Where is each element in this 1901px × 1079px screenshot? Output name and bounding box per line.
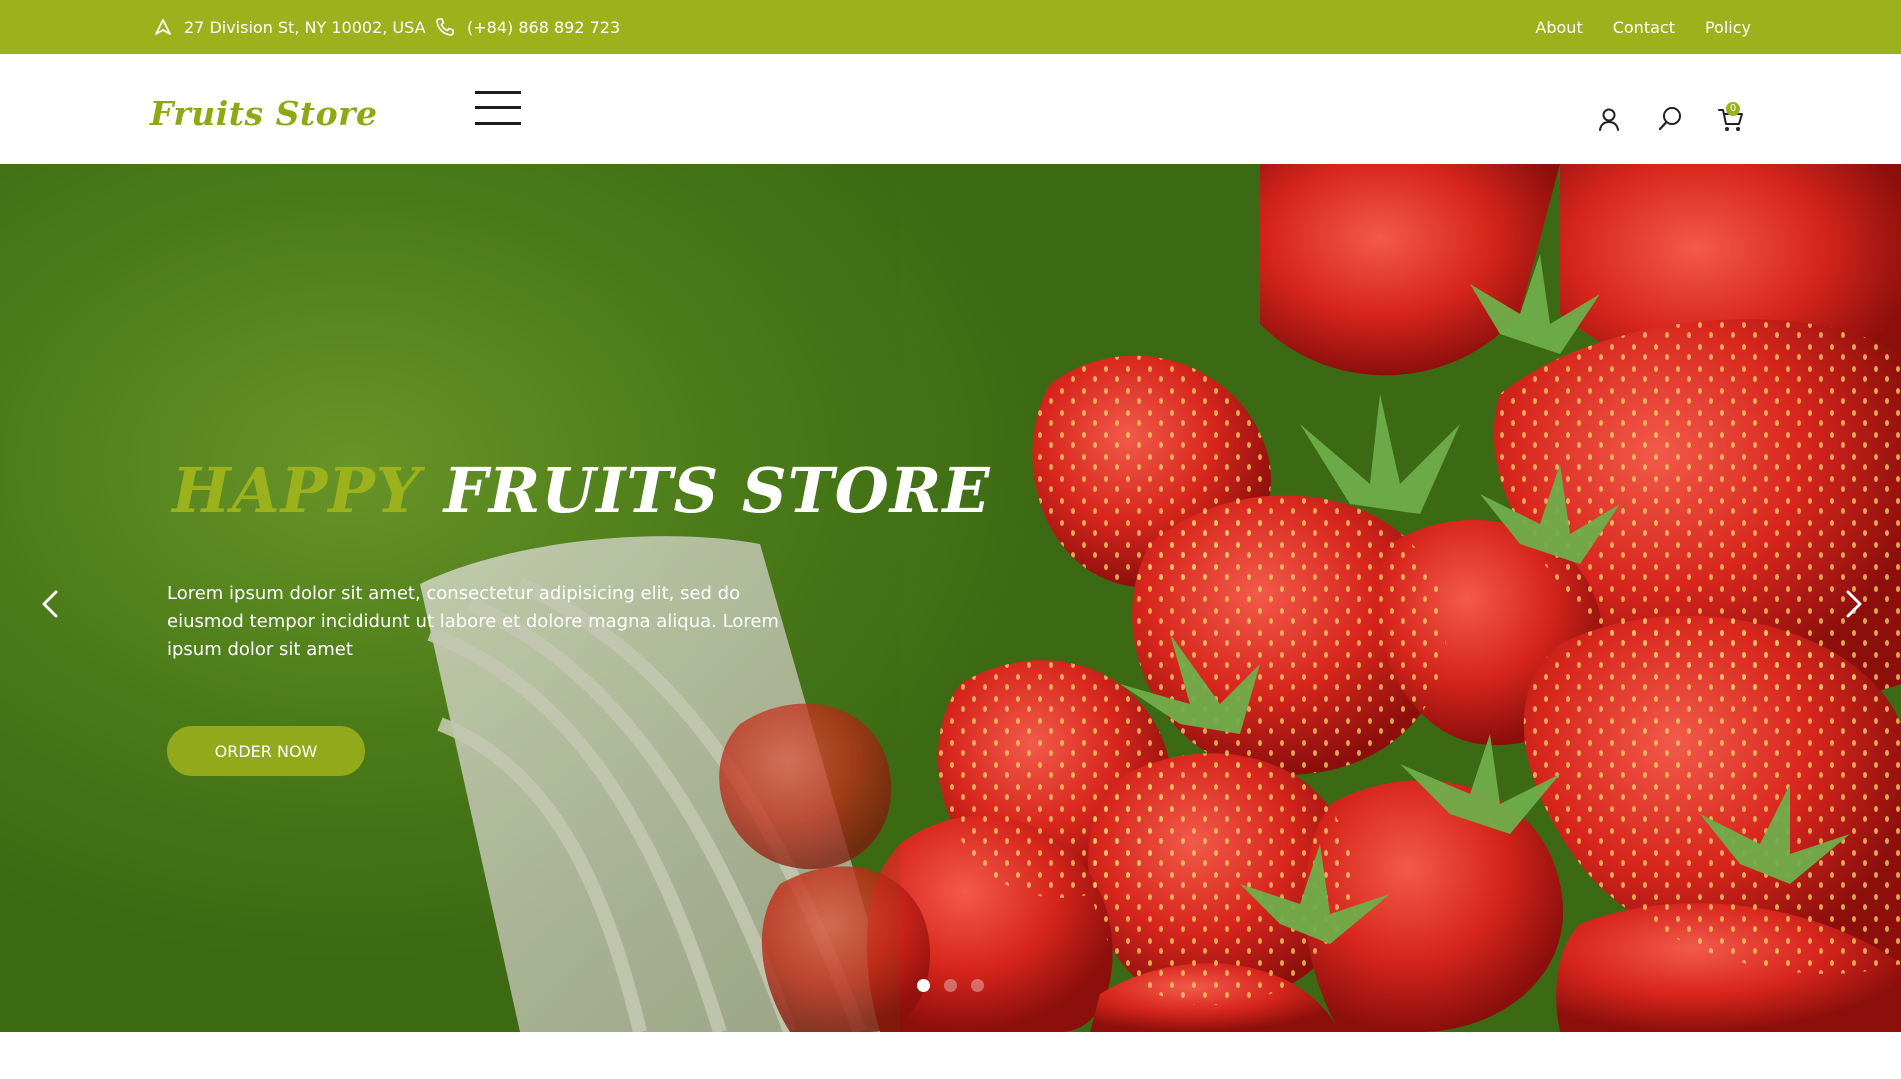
phone-icon	[436, 18, 454, 36]
menu-icon[interactable]	[475, 89, 521, 129]
policy-link[interactable]: Policy	[1705, 18, 1751, 37]
top-links: About Contact Policy	[1535, 0, 1751, 54]
chevron-right-icon[interactable]	[1838, 584, 1868, 624]
address-info: 27 Division St, NY 10002, USA	[154, 0, 426, 54]
slider-dot-2[interactable]	[944, 979, 957, 992]
cart-count-badge: 0	[1726, 102, 1740, 116]
location-icon	[155, 19, 171, 35]
hero-title: HAPPY FRUITS STORE	[172, 454, 991, 527]
top-bar: 27 Division St, NY 10002, USA (+84) 868 …	[0, 0, 1901, 54]
about-link[interactable]: About	[1535, 18, 1582, 37]
chevron-left-icon[interactable]	[36, 584, 66, 624]
main-header: Fruits Store 0	[0, 54, 1901, 164]
phone-info: (+84) 868 892 723	[435, 0, 620, 54]
site-logo[interactable]: Fruits Store	[150, 94, 378, 133]
search-icon[interactable]	[1655, 104, 1685, 134]
slider-dot-1[interactable]	[917, 979, 930, 992]
address-text: 27 Division St, NY 10002, USA	[184, 17, 426, 37]
hero-description: Lorem ipsum dolor sit amet, consectetur …	[167, 583, 779, 660]
slider-dots	[917, 979, 984, 992]
phone-text: (+84) 868 892 723	[467, 17, 621, 37]
hero-title-highlight: HAPPY	[172, 454, 422, 527]
menu-line	[475, 122, 521, 125]
user-icon[interactable]	[1594, 104, 1624, 134]
hero-title-rest: FRUITS STORE	[443, 454, 991, 527]
menu-line	[475, 91, 521, 94]
menu-line	[475, 106, 521, 109]
hero-slider: HAPPY FRUITS STORE Lorem ipsum dolor sit…	[0, 164, 1901, 1032]
contact-link[interactable]: Contact	[1613, 18, 1675, 37]
slider-dot-3[interactable]	[971, 979, 984, 992]
order-now-button[interactable]: ORDER NOW	[167, 726, 365, 776]
